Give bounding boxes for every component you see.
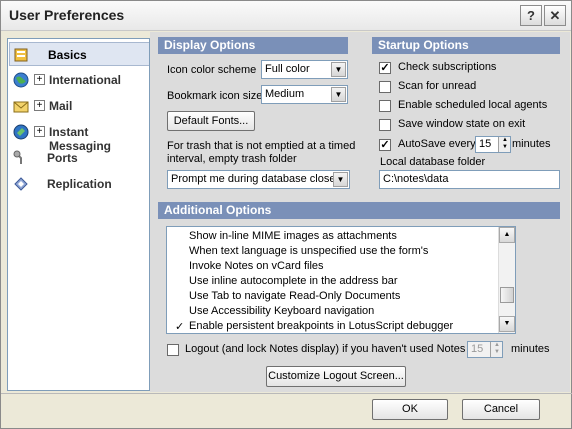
- list-scrollbar[interactable]: ▲ ▼: [498, 227, 515, 333]
- help-button[interactable]: ?: [520, 5, 542, 26]
- sidebar-item-basics[interactable]: Basics: [9, 42, 149, 66]
- logout-label: Logout (and lock Notes display) if you h…: [185, 343, 482, 355]
- sidebar-item-label: Replication: [47, 177, 112, 191]
- display-options-header: Display Options: [158, 37, 348, 54]
- sidebar-item-replication[interactable]: Replication: [9, 172, 149, 196]
- replication-icon: [13, 176, 29, 192]
- autosave-minutes-spinner[interactable]: 15 ▲ ▼: [475, 136, 511, 153]
- sidebar-item-international[interactable]: + International: [9, 68, 149, 92]
- autosave-minutes-value: 15: [479, 138, 492, 150]
- sidebar-item-label: Basics: [48, 48, 87, 62]
- local-db-label: Local database folder: [380, 156, 486, 168]
- ports-icon: [13, 150, 29, 166]
- checkmark-icon: ✓: [175, 321, 185, 333]
- messaging-icon: [13, 124, 29, 140]
- chevron-down-icon[interactable]: ▼: [331, 62, 346, 77]
- trash-text-line2: interval, empty trash folder: [167, 153, 297, 165]
- bookmark-size-value: Medium: [265, 88, 305, 100]
- logout-minutes-spinner[interactable]: 15 ▲ ▼: [467, 341, 503, 358]
- dialog-title: User Preferences: [9, 7, 125, 23]
- sidebar-item-instant-messaging[interactable]: + Instant Messaging: [9, 120, 149, 153]
- list-item[interactable]: When text language is unspecified use th…: [189, 245, 428, 260]
- footer-divider: [1, 393, 572, 394]
- basics-panel: Display Options Icon color scheme Full c…: [150, 32, 570, 392]
- sidebar-item-label: International: [49, 73, 122, 87]
- scroll-up-icon[interactable]: ▲: [499, 227, 515, 243]
- enable-agents-checkbox[interactable]: [379, 100, 391, 112]
- logout-minutes-value: 15: [471, 343, 484, 355]
- scroll-thumb[interactable]: [500, 287, 514, 303]
- local-db-input[interactable]: C:\notes\data: [379, 170, 560, 189]
- save-window-state-label: Save window state on exit: [398, 118, 526, 130]
- spin-up-icon[interactable]: ▲: [500, 137, 510, 144]
- enable-agents-label: Enable scheduled local agents: [398, 99, 548, 111]
- sidebar-item-ports[interactable]: Ports: [9, 146, 149, 170]
- autosave-unit: minutes: [512, 138, 551, 150]
- title-bar: User Preferences ? ✕: [1, 1, 571, 31]
- check-subscriptions-checkbox[interactable]: ✓: [379, 62, 391, 74]
- icon-scheme-value: Full color: [265, 63, 310, 75]
- list-item[interactable]: Invoke Notes on vCard files: [189, 260, 324, 275]
- list-item[interactable]: Use Accessibility Keyboard navigation: [189, 305, 374, 320]
- spin-up-icon[interactable]: ▲: [492, 342, 502, 349]
- chevron-down-icon[interactable]: ▼: [331, 87, 346, 102]
- sidebar-item-label: Ports: [47, 151, 78, 165]
- scroll-down-icon[interactable]: ▼: [499, 316, 515, 332]
- globe-icon: [13, 72, 29, 88]
- sidebar-item-label: Mail: [49, 99, 73, 113]
- additional-options-list[interactable]: Show in-line MIME images as attachments …: [166, 226, 516, 334]
- local-db-value: C:\notes\data: [383, 173, 449, 185]
- list-item[interactable]: Enable persistent breakpoints in LotusSc…: [189, 320, 453, 335]
- category-sidebar: Basics + International + Mail + Instant …: [7, 38, 150, 391]
- list-item[interactable]: Use Tab to navigate Read-Only Documents: [189, 290, 400, 305]
- spin-down-icon[interactable]: ▼: [500, 144, 510, 151]
- autosave-checkbox[interactable]: ✓: [379, 139, 391, 151]
- additional-options-header: Additional Options: [158, 202, 560, 219]
- user-preferences-dialog: User Preferences ? ✕ Basics + Internatio…: [0, 0, 572, 429]
- trash-option-select[interactable]: Prompt me during database close ▼: [167, 170, 350, 189]
- basics-icon: [14, 47, 30, 63]
- cancel-button[interactable]: Cancel: [462, 399, 540, 420]
- customize-logout-button[interactable]: Customize Logout Screen...: [266, 366, 406, 387]
- expand-icon[interactable]: +: [34, 126, 45, 137]
- mail-icon: [13, 98, 29, 114]
- bookmark-size-label: Bookmark icon size: [167, 90, 263, 102]
- ok-button[interactable]: OK: [372, 399, 448, 420]
- chevron-down-icon[interactable]: ▼: [333, 172, 348, 187]
- autosave-label: AutoSave every: [398, 138, 476, 150]
- expand-icon[interactable]: +: [34, 74, 45, 85]
- logout-checkbox[interactable]: [167, 344, 179, 356]
- icon-scheme-select[interactable]: Full color ▼: [261, 60, 348, 79]
- trash-text-line1: For trash that is not emptied at a timed: [167, 140, 356, 152]
- expand-icon[interactable]: +: [34, 100, 45, 111]
- bookmark-size-select[interactable]: Medium ▼: [261, 85, 348, 104]
- icon-scheme-label: Icon color scheme: [167, 64, 257, 76]
- trash-option-value: Prompt me during database close: [171, 173, 336, 185]
- scan-unread-checkbox[interactable]: [379, 81, 391, 93]
- scan-unread-label: Scan for unread: [398, 80, 477, 92]
- check-subscriptions-label: Check subscriptions: [398, 61, 497, 73]
- sidebar-item-mail[interactable]: + Mail: [9, 94, 149, 118]
- list-item[interactable]: Use inline autocomplete in the address b…: [189, 275, 398, 290]
- list-item[interactable]: Show in-line MIME images as attachments: [189, 230, 397, 245]
- save-window-state-checkbox[interactable]: [379, 119, 391, 131]
- default-fonts-button[interactable]: Default Fonts...: [167, 111, 255, 131]
- spin-down-icon[interactable]: ▼: [492, 349, 502, 356]
- close-button[interactable]: ✕: [544, 5, 566, 26]
- startup-options-header: Startup Options: [372, 37, 560, 54]
- logout-unit: minutes: [511, 343, 550, 355]
